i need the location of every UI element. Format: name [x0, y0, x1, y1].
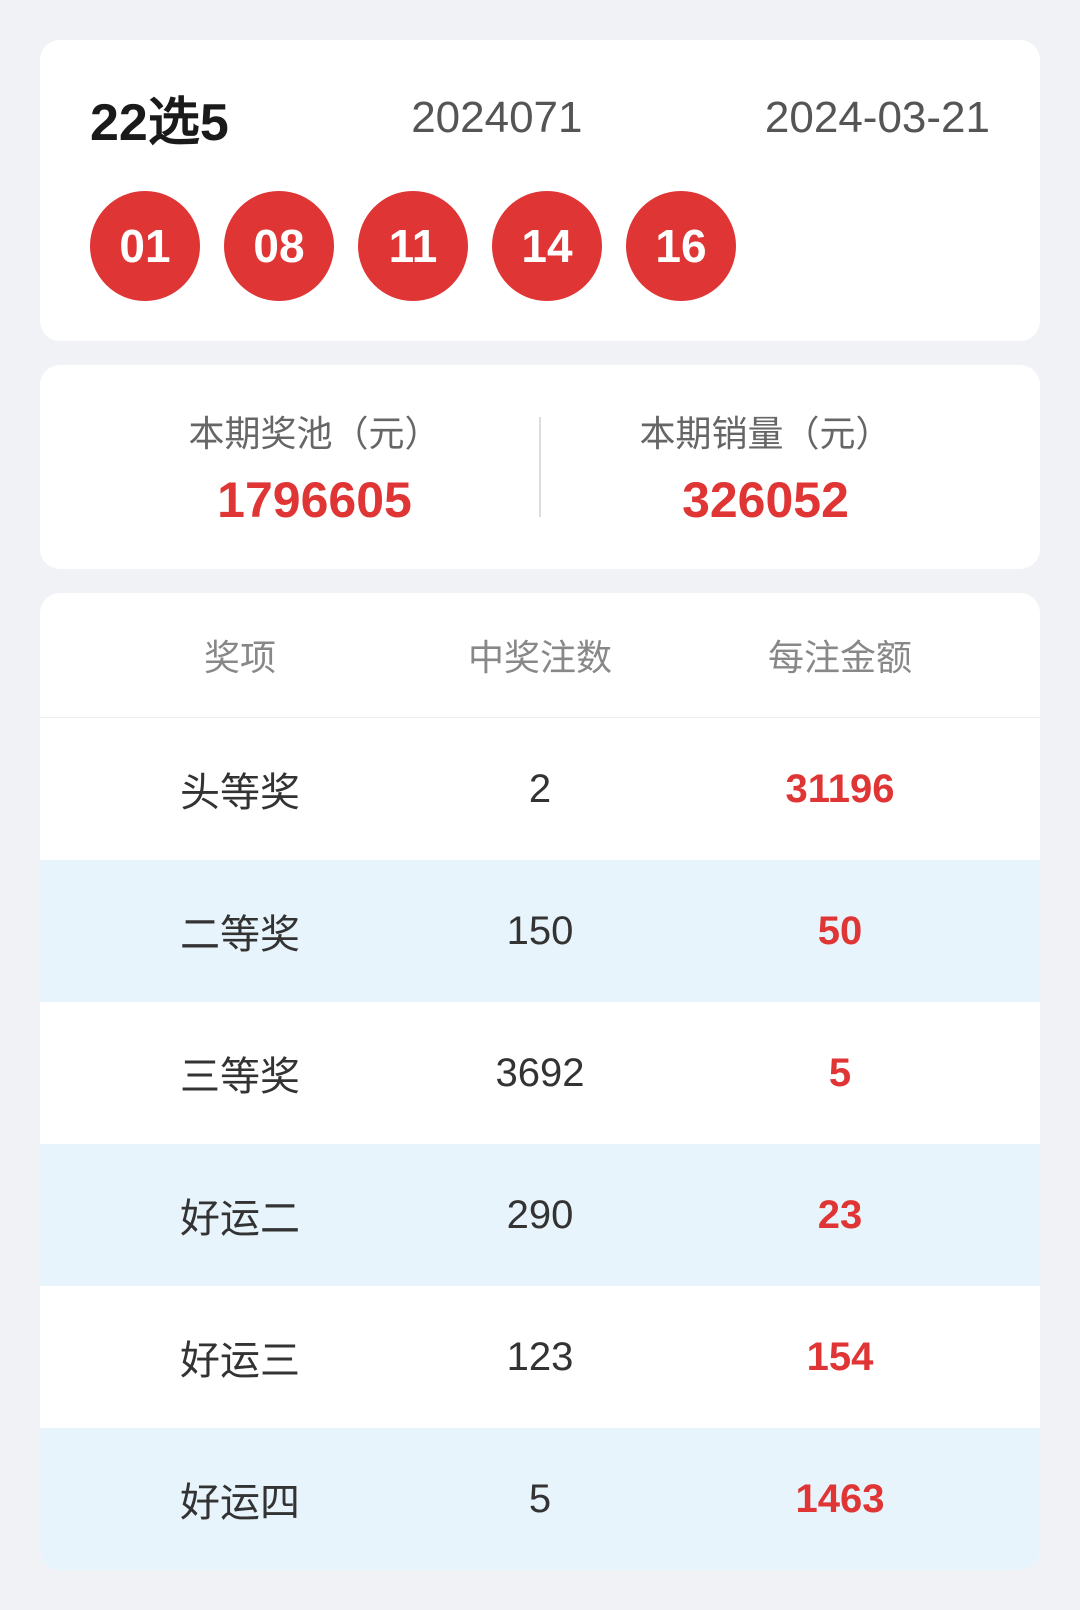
ball-3: 11 — [358, 191, 468, 301]
header-row: 22选5 2024071 2024-03-21 — [90, 80, 990, 155]
prize-amount-5: 154 — [690, 1335, 990, 1380]
prize-count-2: 150 — [390, 909, 690, 954]
prize-amount-2: 50 — [690, 909, 990, 954]
pool-value: 1796605 — [90, 471, 539, 529]
stats-card: 本期奖池（元） 1796605 本期销量（元） 326052 — [40, 365, 1040, 569]
table-row: 好运三 123 154 — [40, 1286, 1040, 1428]
prize-table-card: 奖项 中奖注数 每注金额 头等奖 2 31196 二等奖 150 50 三等奖 … — [40, 593, 1040, 1570]
table-row: 好运二 290 23 — [40, 1144, 1040, 1286]
prize-count-1: 2 — [390, 767, 690, 812]
col-header-prize: 奖项 — [90, 629, 390, 681]
table-header: 奖项 中奖注数 每注金额 — [40, 593, 1040, 718]
prize-count-4: 290 — [390, 1193, 690, 1238]
sales-label: 本期销量（元） — [541, 405, 990, 457]
lottery-header-card: 22选5 2024071 2024-03-21 01 08 11 14 16 — [40, 40, 1040, 341]
table-row: 二等奖 150 50 — [40, 860, 1040, 1002]
ball-1: 01 — [90, 191, 200, 301]
sales-block: 本期销量（元） 326052 — [541, 405, 990, 529]
sales-value: 326052 — [541, 471, 990, 529]
pool-label: 本期奖池（元） — [90, 405, 539, 457]
table-row: 头等奖 2 31196 — [40, 718, 1040, 860]
col-header-amount: 每注金额 — [690, 629, 990, 681]
prize-name-5: 好运三 — [90, 1328, 390, 1386]
table-row: 三等奖 3692 5 — [40, 1002, 1040, 1144]
prize-name-4: 好运二 — [90, 1186, 390, 1244]
table-row: 好运四 5 1463 — [40, 1428, 1040, 1570]
pool-block: 本期奖池（元） 1796605 — [90, 405, 539, 529]
prize-count-6: 5 — [390, 1477, 690, 1522]
prize-name-2: 二等奖 — [90, 902, 390, 960]
prize-count-5: 123 — [390, 1335, 690, 1380]
prize-amount-1: 31196 — [690, 767, 990, 812]
lottery-date: 2024-03-21 — [765, 93, 990, 143]
prize-amount-6: 1463 — [690, 1477, 990, 1522]
lottery-title: 22选5 — [90, 80, 229, 155]
ball-5: 16 — [626, 191, 736, 301]
prize-count-3: 3692 — [390, 1051, 690, 1096]
prize-name-3: 三等奖 — [90, 1044, 390, 1102]
prize-amount-3: 5 — [690, 1051, 990, 1096]
balls-row: 01 08 11 14 16 — [90, 191, 990, 301]
col-header-count: 中奖注数 — [390, 629, 690, 681]
ball-2: 08 — [224, 191, 334, 301]
lottery-period: 2024071 — [411, 93, 582, 143]
prize-name-1: 头等奖 — [90, 760, 390, 818]
prize-name-6: 好运四 — [90, 1470, 390, 1528]
prize-amount-4: 23 — [690, 1193, 990, 1238]
ball-4: 14 — [492, 191, 602, 301]
